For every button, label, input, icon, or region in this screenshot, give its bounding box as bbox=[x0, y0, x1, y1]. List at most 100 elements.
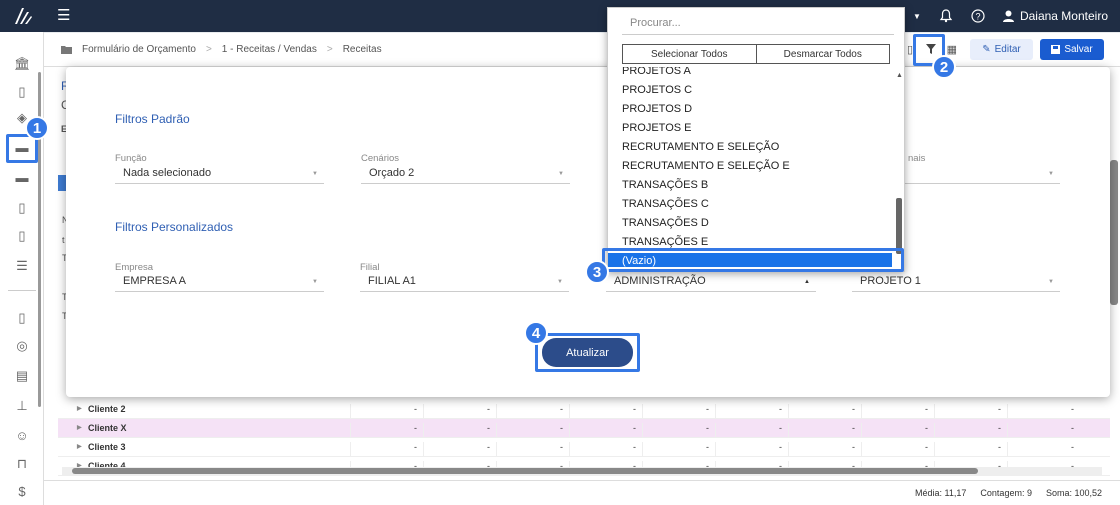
table-cell[interactable]: - bbox=[861, 423, 934, 438]
funcao-select[interactable]: Nada selecionado ▼ bbox=[115, 163, 324, 184]
table-cell[interactable]: - bbox=[788, 442, 861, 457]
dropdown-search-input[interactable]: Procurar... bbox=[622, 13, 894, 35]
app-logo[interactable] bbox=[13, 7, 33, 25]
dropdown-option[interactable]: PROJETOS E bbox=[608, 120, 892, 139]
stat-media: Média: 11,17 bbox=[915, 488, 967, 498]
row-label: Cliente 2 bbox=[88, 404, 126, 414]
dropdown-option[interactable]: PROJETOS C bbox=[608, 82, 892, 101]
table-cell[interactable]: - bbox=[569, 404, 642, 419]
list-document-icon[interactable]: ▯ bbox=[14, 228, 30, 244]
table-cell[interactable]: - bbox=[861, 404, 934, 419]
checklist-icon[interactable]: ☰ bbox=[14, 258, 30, 274]
dropdown-option[interactable]: RECRUTAMENTO E SELEÇÃO bbox=[608, 139, 892, 158]
area-select[interactable]: ADMINISTRAÇÃO ▲ bbox=[606, 271, 816, 292]
dropdown-option[interactable]: TRANSAÇÕES D bbox=[608, 215, 892, 234]
save-button[interactable]: Salvar bbox=[1040, 39, 1104, 60]
table-cell[interactable]: - bbox=[715, 423, 788, 438]
user-name: Daiana Monteiro bbox=[1019, 9, 1108, 23]
save-button-label: Salvar bbox=[1064, 44, 1093, 55]
table-cell[interactable]: - bbox=[861, 442, 934, 457]
horizontal-scrollbar[interactable] bbox=[62, 467, 1102, 475]
svg-text:?: ? bbox=[975, 12, 980, 22]
select-all-button[interactable]: Selecionar Todos bbox=[622, 44, 757, 64]
table-cell[interactable]: - bbox=[1007, 404, 1080, 419]
table-cell[interactable]: - bbox=[423, 404, 496, 419]
table-cell[interactable]: - bbox=[715, 404, 788, 419]
table-cell[interactable]: - bbox=[934, 442, 1007, 457]
sidebar: 🏛 ▯ ◈ ▬ ▬ ▯ ▯ ☰ ▯ ◎ ▤ ⊥ ☺ ⊓ $ bbox=[0, 32, 44, 505]
table-cell[interactable]: - bbox=[934, 423, 1007, 438]
chevron-down-icon[interactable]: ▼ bbox=[913, 12, 921, 21]
table-cell[interactable]: - bbox=[715, 442, 788, 457]
table-row[interactable]: ▶ Cliente X---------- bbox=[58, 419, 1110, 438]
table-cell[interactable]: - bbox=[350, 442, 423, 457]
breadcrumb: Formulário de Orçamento > 1 - Receitas /… bbox=[61, 44, 382, 55]
table-cell[interactable]: - bbox=[1007, 442, 1080, 457]
user-settings-icon[interactable]: ☺ bbox=[14, 428, 30, 444]
cenarios-select[interactable]: Orçado 2 ▼ bbox=[361, 163, 570, 184]
table-row[interactable]: ▶ Cliente 2---------- bbox=[58, 400, 1110, 419]
folder-icon-2[interactable]: ▬ bbox=[14, 170, 30, 186]
bell-icon[interactable] bbox=[939, 9, 953, 23]
top-bar: ☰ ▼ ? Daiana Monteiro bbox=[0, 0, 1120, 32]
step-badge-3: 3 bbox=[585, 260, 609, 284]
dropdown-option[interactable]: PROJETOS A bbox=[608, 67, 892, 82]
dropdown-option[interactable]: TRANSAÇÕES B bbox=[608, 177, 892, 196]
pencil-icon: ✎ bbox=[982, 44, 991, 55]
expand-row-icon[interactable]: ▶ bbox=[77, 424, 82, 431]
list-icon[interactable]: ▤ bbox=[14, 368, 30, 384]
step-badge-2: 2 bbox=[932, 55, 956, 79]
table-cell[interactable]: - bbox=[496, 442, 569, 457]
expand-row-icon[interactable]: ▶ bbox=[77, 443, 82, 450]
table-cell[interactable]: - bbox=[788, 404, 861, 419]
dropdown-scrollbar-thumb[interactable] bbox=[896, 198, 902, 254]
table-cell[interactable]: - bbox=[496, 423, 569, 438]
user-menu[interactable]: Daiana Monteiro bbox=[1002, 9, 1108, 23]
vertical-scrollbar[interactable] bbox=[1110, 160, 1118, 305]
background-tab[interactable] bbox=[58, 175, 66, 191]
dropdown-option[interactable]: RECRUTAMENTO E SELEÇÃO E bbox=[608, 158, 892, 177]
table-cell[interactable]: - bbox=[934, 404, 1007, 419]
table-cell[interactable]: - bbox=[569, 423, 642, 438]
document-icon[interactable]: ▯ bbox=[14, 200, 30, 216]
table-cell[interactable]: - bbox=[350, 404, 423, 419]
table-cell[interactable]: - bbox=[1007, 423, 1080, 438]
filial-select[interactable]: FILIAL A1 ▼ bbox=[360, 271, 569, 292]
currency-icon[interactable]: $ bbox=[14, 484, 30, 500]
projeto-select[interactable]: PROJETO 1 ▼ bbox=[852, 271, 1060, 292]
table-cell[interactable]: - bbox=[496, 404, 569, 419]
step-badge-4: 4 bbox=[524, 321, 548, 345]
dropdown-option[interactable]: TRANSAÇÕES C bbox=[608, 196, 892, 215]
expand-row-icon[interactable]: ▶ bbox=[77, 405, 82, 412]
user-icon bbox=[1002, 10, 1014, 22]
edit-button[interactable]: ✎ Editar bbox=[970, 39, 1033, 60]
help-icon[interactable]: ? bbox=[971, 9, 985, 23]
database-icon[interactable]: ◎ bbox=[14, 338, 30, 354]
table-cell[interactable]: - bbox=[642, 404, 715, 419]
area-value: ADMINISTRAÇÃO bbox=[614, 275, 706, 287]
hamburger-icon[interactable]: ☰ bbox=[57, 6, 70, 24]
table-cell[interactable]: - bbox=[642, 442, 715, 457]
table-cell[interactable]: - bbox=[642, 423, 715, 438]
table-cell[interactable]: - bbox=[350, 423, 423, 438]
table-cell[interactable]: - bbox=[788, 423, 861, 438]
horizontal-scrollbar-thumb[interactable] bbox=[72, 468, 978, 474]
breadcrumb-item[interactable]: Receitas bbox=[343, 44, 382, 55]
org-chart-icon[interactable]: ⊥ bbox=[14, 398, 30, 414]
breadcrumb-item[interactable]: 1 - Receitas / Vendas bbox=[222, 44, 317, 55]
bank-icon[interactable]: 🏛 bbox=[14, 56, 31, 72]
empresa-select[interactable]: EMPRESA A ▼ bbox=[115, 271, 324, 292]
table-cell[interactable]: - bbox=[423, 423, 496, 438]
table-cell[interactable]: - bbox=[569, 442, 642, 457]
calendar-icon[interactable]: ▦ bbox=[947, 43, 957, 56]
deselect-all-button[interactable]: Desmarcar Todos bbox=[756, 44, 890, 64]
dollar-document-icon[interactable]: ▯ bbox=[14, 84, 30, 100]
table-row[interactable]: ▶ Cliente 3---------- bbox=[58, 438, 1110, 457]
lock-icon[interactable]: ⊓ bbox=[14, 456, 30, 472]
table-cell[interactable]: - bbox=[423, 442, 496, 457]
naturais-select[interactable]: ▼ bbox=[898, 163, 1060, 184]
dropdown-scrollbar[interactable] bbox=[896, 76, 902, 270]
dropdown-option[interactable]: PROJETOS D bbox=[608, 101, 892, 120]
breadcrumb-item[interactable]: Formulário de Orçamento bbox=[82, 44, 196, 55]
report-icon[interactable]: ▯ bbox=[14, 310, 30, 326]
